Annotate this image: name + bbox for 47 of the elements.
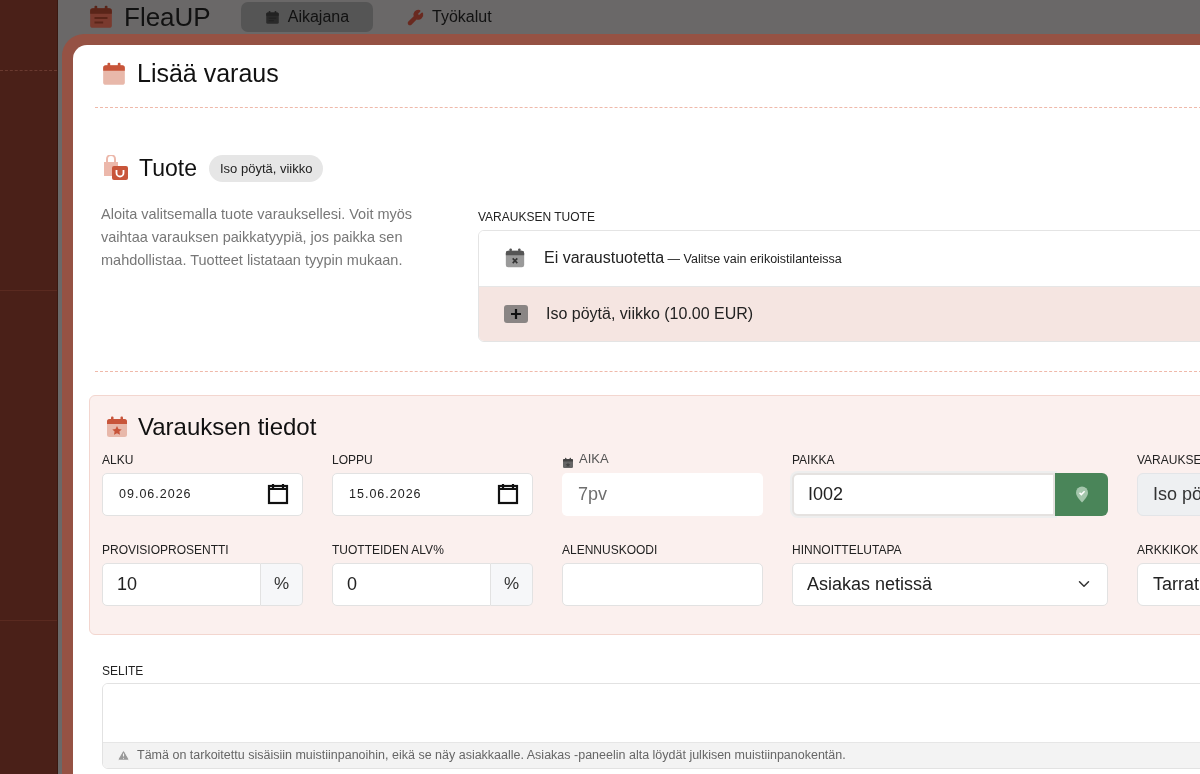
- section-title: Varauksen tiedot: [138, 411, 317, 442]
- product-option[interactable]: Iso pöytä, viikko (10.00 EUR): [479, 285, 1200, 341]
- date-field[interactable]: 09.06.2026: [102, 472, 303, 516]
- section-title: Tuote: [139, 154, 197, 183]
- shopping-bag-icon: [101, 155, 129, 182]
- duration-field: 7pv: [562, 472, 763, 516]
- calendar-icon: [264, 9, 280, 25]
- field-label: TUOTTEIDEN ALV%: [332, 541, 444, 559]
- pricing-select[interactable]: Asiakas netissä: [792, 562, 1108, 606]
- option-label: Ei varaustuotetta — Valitse vain erikoistilanteissa: [544, 248, 842, 268]
- calendar-x-icon: [504, 247, 526, 269]
- field-label: PROVISIOPROSENTTI: [102, 541, 229, 559]
- field-label: ARKKIKOK: [1137, 541, 1199, 559]
- dialog-title: Lisää varaus: [137, 58, 279, 90]
- percent-field[interactable]: 10: [102, 562, 261, 606]
- calendar-icon: [562, 456, 574, 469]
- plus-icon: [504, 304, 528, 323]
- date-field[interactable]: 15.06.2026: [332, 472, 533, 516]
- notes-hint: Tämä on tarkoitettu sisäisiin muistiinpanoihin, eikä se näy asiakkaalle. Asiakas -paneelin alta löydät julkisen muistiinpanokentän.: [137, 746, 846, 764]
- wrench-icon: [407, 8, 425, 26]
- calendar-icon: [101, 61, 127, 87]
- field-label: PAIKKA: [792, 451, 835, 469]
- location-check-button[interactable]: [1055, 472, 1108, 516]
- map-pin-check-icon: [1074, 485, 1089, 503]
- notes-field[interactable]: Tämä on tarkoitettu sisäisiin muistiinpanoihin, eikä se näy asiakkaalle. Asiakas -paneelin alta löydät julkisen muistiinpanokentän.: [102, 682, 1200, 769]
- field-label: VARAUKSE: [1137, 451, 1200, 469]
- warning-icon: [117, 748, 130, 762]
- field-label: VARAUKSEN TUOTE: [478, 208, 596, 226]
- calendar-icon: [88, 4, 114, 30]
- field-label: ALENNUSKOODI: [562, 541, 658, 559]
- product-tag: Iso pöytä, viikko: [208, 154, 324, 182]
- place-field[interactable]: I002: [792, 472, 1055, 516]
- calendar-star-icon: [105, 414, 129, 439]
- option-label: Iso pöytä, viikko (10.00 EUR): [546, 303, 754, 324]
- field-label: LOPPU: [332, 451, 373, 469]
- field-label: ALKU: [102, 451, 134, 469]
- percent-addon: %: [491, 562, 533, 606]
- calendar-icon[interactable]: [267, 483, 289, 505]
- discount-code-field[interactable]: [562, 562, 763, 606]
- percent-addon: %: [261, 562, 303, 606]
- field-label: SELITE: [102, 662, 145, 680]
- percent-field[interactable]: 0: [332, 562, 491, 606]
- sheet-size-select[interactable]: Tarrat: [1137, 562, 1200, 606]
- section-description: Aloita valitsemalla tuote varauksellesi. Voit myös vaihtaa varauksen paikkatyypiä, jos paikka sen mahdollistaa. Tuotteet listataan tyypin mukaan.: [101, 204, 414, 270]
- field-label: HINNOITTELUTAPA: [792, 541, 902, 559]
- field-label: AIKA: [579, 450, 609, 468]
- calendar-icon[interactable]: [497, 483, 519, 505]
